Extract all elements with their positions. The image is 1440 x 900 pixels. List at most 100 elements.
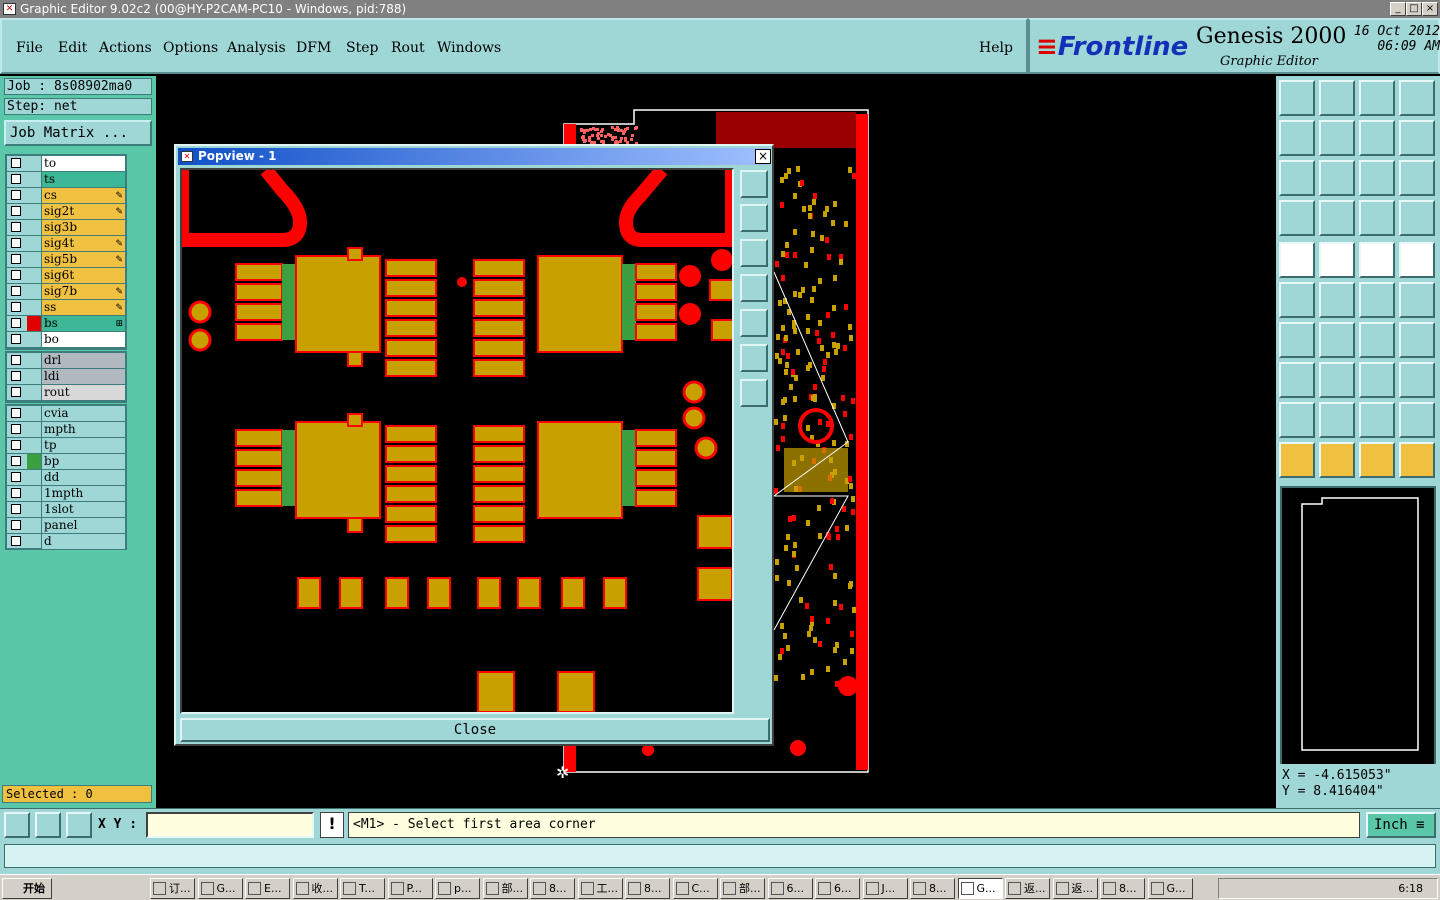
zoom-center-icon[interactable]: [1319, 160, 1355, 196]
layer-checkbox[interactable]: [11, 158, 21, 168]
layer-row-to[interactable]: to: [7, 156, 125, 172]
menu-analysis[interactable]: Analysis: [227, 40, 286, 56]
taskbar-item[interactable]: G...: [957, 878, 1003, 899]
layer-name[interactable]: sig6t: [41, 268, 125, 283]
popview-zoom-fit-icon[interactable]: [740, 170, 768, 198]
layer-row-ss[interactable]: ss ✎: [7, 300, 125, 316]
layer-name[interactable]: sig3b: [41, 220, 125, 235]
layer-color-swatch[interactable]: [27, 518, 41, 533]
layer-color-swatch[interactable]: [27, 369, 41, 384]
popview-pan-right-icon[interactable]: [740, 309, 768, 337]
select-icon[interactable]: [1279, 242, 1315, 278]
layer-color-swatch[interactable]: [27, 502, 41, 517]
layer-name[interactable]: rout: [41, 385, 125, 400]
layer-checkbox[interactable]: [11, 472, 21, 482]
layer-color-swatch[interactable]: [27, 534, 41, 549]
layer-color-swatch[interactable]: [27, 220, 41, 235]
taskbar-item[interactable]: 返...: [1005, 878, 1050, 899]
layer-checkbox[interactable]: [11, 536, 21, 546]
layer-color-swatch[interactable]: [27, 470, 41, 485]
menu-step[interactable]: Step: [346, 40, 378, 56]
taskbar-item[interactable]: 8...: [910, 878, 955, 899]
taskbar-item[interactable]: 收...: [292, 878, 338, 899]
layer-color-swatch[interactable]: [27, 172, 41, 187]
layer-name[interactable]: d: [41, 534, 125, 549]
layer-color-swatch[interactable]: [27, 268, 41, 283]
layer-checkbox[interactable]: [11, 488, 21, 498]
layer-checkbox[interactable]: [11, 302, 21, 312]
zoom-fit-icon[interactable]: [1279, 160, 1315, 196]
layer-checkbox[interactable]: [11, 371, 21, 381]
taskbar-item[interactable]: P...: [387, 878, 433, 899]
popview-close-button[interactable]: Close: [180, 718, 770, 742]
popview-canvas[interactable]: [180, 168, 734, 714]
taskbar-item[interactable]: 8...: [530, 878, 575, 899]
layer-row-ldi[interactable]: ldi: [7, 369, 125, 385]
layer-row-sig2t[interactable]: sig2t ✎: [7, 204, 125, 220]
layer-color-swatch[interactable]: [27, 422, 41, 437]
arc-icon[interactable]: [1359, 322, 1395, 358]
layer-row-cs[interactable]: cs ✎: [7, 188, 125, 204]
close-window-button[interactable]: ×: [1422, 2, 1438, 16]
layer-checkbox[interactable]: [11, 424, 21, 434]
layer-display-icon[interactable]: [1399, 200, 1435, 236]
exclamation-button[interactable]: !: [320, 812, 344, 838]
pointer-box-icon[interactable]: [1319, 442, 1355, 478]
start-button[interactable]: 开始: [2, 878, 52, 899]
layer-name[interactable]: to: [41, 156, 125, 171]
popview-pan-left-icon[interactable]: [740, 274, 768, 302]
layer-checkbox[interactable]: [11, 456, 21, 466]
layer-checkbox[interactable]: [11, 238, 21, 248]
taskbar-item[interactable]: 6...: [815, 878, 860, 899]
ruler-icon[interactable]: [1359, 242, 1395, 278]
layer-row-bs[interactable]: bs ⊞: [7, 316, 125, 332]
snap-icon[interactable]: [4, 812, 30, 838]
menu-options[interactable]: Options: [163, 40, 218, 56]
layer-checkbox[interactable]: [11, 408, 21, 418]
taskbar-item[interactable]: J...: [862, 878, 908, 899]
layer-row-drl[interactable]: drl: [7, 353, 125, 369]
taskbar-item[interactable]: 6...: [767, 878, 813, 899]
layer-color-swatch[interactable]: [27, 284, 41, 299]
settings-icon[interactable]: [1279, 200, 1315, 236]
taskbar-item[interactable]: p...: [435, 878, 480, 899]
layer-name[interactable]: bp: [41, 454, 125, 469]
layer-row-rout[interactable]: rout: [7, 385, 125, 401]
layer-row-bo[interactable]: bo: [7, 332, 125, 348]
triangle-3-icon[interactable]: [1359, 402, 1395, 438]
layer-row-dd[interactable]: dd: [7, 470, 125, 486]
layer-row-mpth[interactable]: mpth: [7, 422, 125, 438]
layer-name[interactable]: sig5b ✎: [41, 252, 125, 267]
xy-input[interactable]: [146, 812, 314, 838]
layer-name[interactable]: panel: [41, 518, 125, 533]
pad-icon[interactable]: [1399, 242, 1435, 278]
layer-row-sig6t[interactable]: sig6t: [7, 268, 125, 284]
layer-colors-icon[interactable]: [1359, 200, 1395, 236]
taskbar-item[interactable]: 8...: [625, 878, 670, 899]
layer-name[interactable]: tp: [41, 438, 125, 453]
undo-view-icon[interactable]: [1359, 120, 1395, 156]
connect-icon[interactable]: [1359, 282, 1395, 318]
layer-name[interactable]: sig2t ✎: [41, 204, 125, 219]
layer-row-sig4t[interactable]: sig4t ✎: [7, 236, 125, 252]
popview-close-x-button[interactable]: ×: [755, 149, 771, 164]
pointer-active-icon[interactable]: [1359, 442, 1395, 478]
layer-row-bp[interactable]: bp: [7, 454, 125, 470]
layer-name[interactable]: sig4t ✎: [41, 236, 125, 251]
taskbar-item[interactable]: T...: [340, 878, 385, 899]
triangle-1-icon[interactable]: [1279, 402, 1315, 438]
layer-name[interactable]: ss ✎: [41, 300, 125, 315]
layer-name[interactable]: drl: [41, 353, 125, 368]
menu-dfm[interactable]: DFM: [296, 40, 331, 56]
taskbar-item[interactable]: 部...: [720, 878, 765, 899]
angle-icon[interactable]: [1279, 322, 1315, 358]
layer-color-swatch[interactable]: [27, 406, 41, 421]
layer-checkbox[interactable]: [11, 222, 21, 232]
layer-color-swatch[interactable]: [27, 236, 41, 251]
triangle-4-icon[interactable]: [1399, 402, 1435, 438]
layer-checkbox[interactable]: [11, 174, 21, 184]
dimension-icon[interactable]: [1359, 362, 1395, 398]
taskbar-item[interactable]: 订...: [150, 878, 195, 899]
popview-pan-up-icon[interactable]: [740, 204, 768, 232]
layer-color-swatch[interactable]: [27, 156, 41, 171]
